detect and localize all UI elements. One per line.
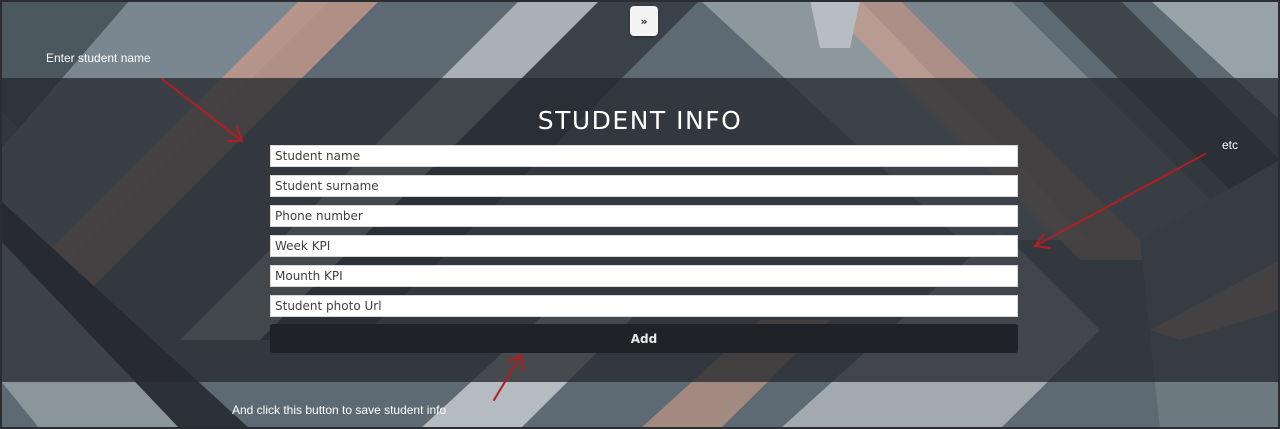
sidebar-toggle-button[interactable]: »: [630, 6, 658, 36]
annotation-etc: etc: [1222, 138, 1239, 152]
add-button[interactable]: Add: [270, 324, 1018, 353]
form-title: STUDENT INFO: [537, 106, 743, 135]
student-photo-url-input[interactable]: [270, 295, 1018, 317]
phone-number-input[interactable]: [270, 205, 1018, 227]
double-chevron-right-icon: »: [640, 14, 648, 28]
annotation-click-button: And click this button to save student in…: [232, 403, 447, 417]
month-kpi-input[interactable]: [270, 265, 1018, 287]
student-form: Add: [270, 145, 1018, 353]
week-kpi-input[interactable]: [270, 235, 1018, 257]
student-surname-input[interactable]: [270, 175, 1018, 197]
annotation-enter-name: Enter student name: [46, 51, 151, 65]
student-name-input[interactable]: [270, 145, 1018, 167]
